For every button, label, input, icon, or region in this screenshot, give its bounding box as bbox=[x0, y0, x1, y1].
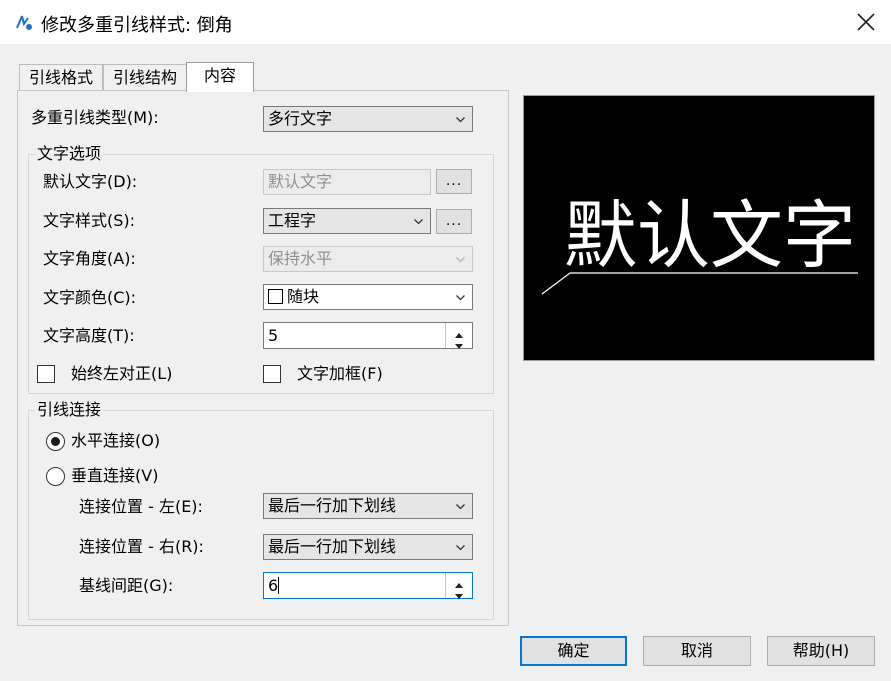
leader-type-label: 多重引线类型(M): bbox=[31, 108, 159, 127]
close-icon[interactable] bbox=[853, 9, 879, 35]
text-style-browse-button[interactable]: ... bbox=[436, 209, 472, 234]
radio-selected-dot bbox=[51, 437, 60, 446]
landing-gap-input[interactable]: 6 bbox=[263, 572, 473, 599]
spin-up-button[interactable] bbox=[446, 573, 472, 588]
chevron-down-icon bbox=[414, 219, 423, 225]
text-angle-value: 保持水平 bbox=[268, 249, 333, 268]
frame-text-checkbox[interactable] bbox=[263, 365, 281, 383]
default-text-browse-button[interactable]: ... bbox=[436, 169, 472, 194]
spin-down-button[interactable] bbox=[446, 335, 472, 349]
spin-up-button[interactable] bbox=[446, 323, 472, 338]
ok-button[interactable]: 确定 bbox=[520, 636, 627, 666]
text-style-value: 工程字 bbox=[268, 211, 317, 230]
chevron-down-icon bbox=[456, 545, 465, 551]
tab-leader-structure[interactable]: 引线结构 bbox=[103, 64, 187, 90]
chevron-down-icon bbox=[456, 295, 465, 301]
text-options-group-label: 文字选项 bbox=[35, 144, 104, 164]
attach-right-value: 最后一行加下划线 bbox=[268, 537, 397, 556]
landing-gap-label: 基线间距(G): bbox=[79, 576, 174, 595]
triangle-down-icon bbox=[455, 594, 463, 599]
text-style-select[interactable]: 工程字 bbox=[263, 208, 431, 234]
default-text-value: 默认文字 bbox=[268, 172, 333, 191]
triangle-down-icon bbox=[455, 344, 463, 349]
color-swatch bbox=[268, 289, 283, 304]
frame-text-label: 文字加框(F) bbox=[297, 364, 383, 383]
attach-right-label: 连接位置 - 右(R): bbox=[79, 537, 204, 556]
landing-gap-spinner bbox=[445, 573, 472, 599]
vertical-attachment-radio[interactable] bbox=[46, 467, 65, 486]
landing-gap-value: 6 bbox=[268, 576, 279, 595]
attach-left-value: 最后一行加下划线 bbox=[268, 496, 397, 515]
chevron-down-icon bbox=[456, 117, 465, 123]
leader-connection-group-label: 引线连接 bbox=[35, 400, 104, 420]
help-button[interactable]: 帮助(H) bbox=[767, 636, 875, 666]
text-height-spinner bbox=[445, 323, 472, 349]
horizontal-attachment-label: 水平连接(O) bbox=[71, 431, 161, 450]
text-cursor bbox=[278, 577, 280, 594]
text-color-value: 随块 bbox=[287, 287, 320, 306]
chevron-down-icon bbox=[456, 257, 465, 263]
preview-canvas: 默认文字 bbox=[541, 193, 858, 295]
cancel-button[interactable]: 取消 bbox=[643, 636, 751, 666]
preview-text: 默认文字 bbox=[564, 193, 856, 279]
vertical-attachment-label: 垂直连接(V) bbox=[71, 466, 159, 485]
spin-down-button[interactable] bbox=[446, 585, 472, 599]
text-height-value: 5 bbox=[268, 326, 279, 345]
always-left-justify-checkbox[interactable] bbox=[37, 365, 55, 383]
attach-left-select[interactable]: 最后一行加下划线 bbox=[263, 493, 473, 519]
tab-content[interactable]: 内容 bbox=[186, 62, 254, 92]
window-title: 修改多重引线样式: 倒角 bbox=[41, 15, 233, 36]
tab-leader-format[interactable]: 引线格式 bbox=[19, 64, 103, 90]
text-height-label: 文字高度(T): bbox=[43, 326, 135, 345]
style-preview: 默认文字 bbox=[523, 95, 875, 361]
default-text-label: 默认文字(D): bbox=[43, 172, 138, 191]
multileader-style-icon bbox=[16, 15, 32, 30]
text-height-input[interactable]: 5 bbox=[263, 322, 473, 349]
horizontal-attachment-radio[interactable] bbox=[46, 432, 65, 451]
text-angle-select[interactable]: 保持水平 bbox=[263, 246, 473, 272]
text-color-select[interactable]: 随块 bbox=[263, 284, 473, 310]
leader-type-select[interactable]: 多行文字 bbox=[263, 106, 473, 132]
attach-left-label: 连接位置 - 左(E): bbox=[79, 497, 203, 516]
always-left-justify-label: 始终左对正(L) bbox=[71, 364, 173, 383]
text-color-label: 文字颜色(C): bbox=[43, 288, 137, 307]
default-text-field[interactable]: 默认文字 bbox=[263, 169, 431, 195]
attach-right-select[interactable]: 最后一行加下划线 bbox=[263, 534, 473, 560]
text-angle-label: 文字角度(A): bbox=[43, 249, 136, 268]
chevron-down-icon bbox=[456, 504, 465, 510]
leader-type-value: 多行文字 bbox=[268, 109, 333, 128]
text-style-label: 文字样式(S): bbox=[43, 211, 136, 230]
